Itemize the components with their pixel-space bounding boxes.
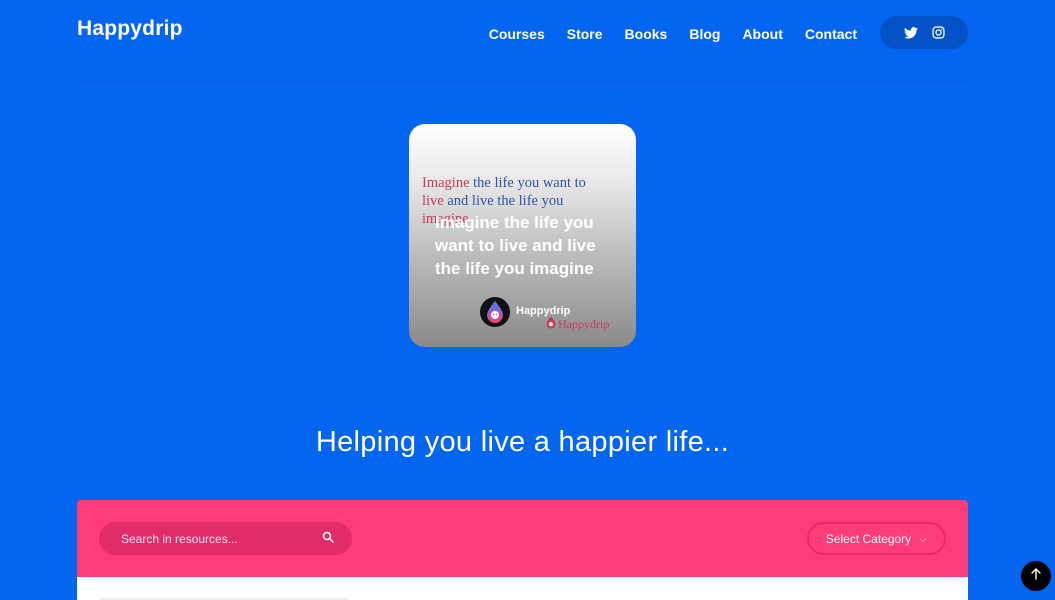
nav-blog[interactable]: Blog (689, 26, 720, 42)
nav-about[interactable]: About (742, 26, 782, 42)
site-logo[interactable]: Happydrip (77, 17, 183, 41)
card-main-quote: Imagine the life you want to live and li… (435, 213, 596, 278)
resource-filter-bar: Select Category (77, 500, 968, 577)
scroll-to-top-button[interactable] (1021, 561, 1051, 591)
chevron-down-icon (919, 532, 927, 546)
drop-icon (546, 316, 556, 333)
site-header: Happydrip Courses Store Books Blog About… (77, 0, 968, 82)
page-tagline: Helping you live a happier life... (315, 426, 730, 458)
arrow-up-icon (1031, 567, 1041, 585)
nav-books[interactable]: Books (625, 26, 668, 42)
search-input[interactable] (121, 531, 322, 546)
category-select-label: Select Category (825, 531, 912, 546)
happydrip-drop-icon (480, 297, 510, 327)
hero-quote-card: Imagine the life you want to live and li… (409, 124, 636, 347)
nav-store[interactable]: Store (567, 26, 603, 42)
nav-contact[interactable]: Contact (805, 26, 857, 42)
search-box (99, 522, 352, 555)
resources-panel (77, 577, 968, 600)
main-nav: Courses Store Books Blog About Contact (467, 26, 857, 42)
card-brand-serif: Happydrip (546, 316, 609, 333)
nav-courses[interactable]: Courses (489, 26, 545, 42)
social-links (880, 16, 968, 49)
search-icon[interactable] (322, 530, 334, 548)
category-select[interactable]: Select Category (807, 522, 946, 555)
twitter-icon[interactable] (903, 26, 918, 39)
instagram-icon[interactable] (931, 26, 945, 39)
